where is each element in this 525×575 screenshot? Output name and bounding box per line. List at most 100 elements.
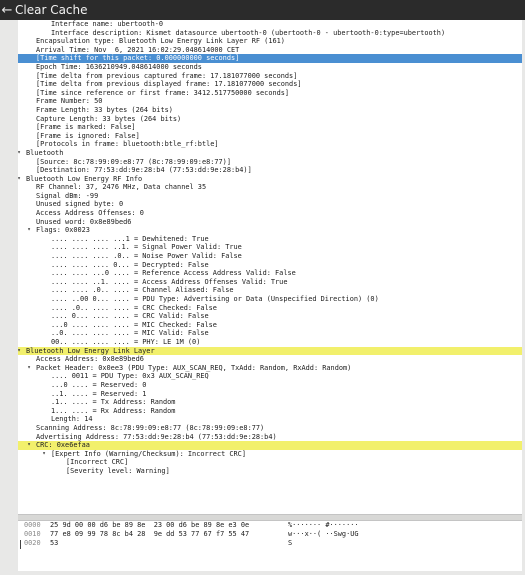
tree-row-text: .... .... .... 0... = Decrypted: False xyxy=(51,260,209,269)
tree-row[interactable]: [Time since reference or first frame: 34… xyxy=(18,89,522,98)
pane-splitter[interactable] xyxy=(18,514,522,521)
tree-row-text: .1.. .... = Tx Address: Random xyxy=(51,398,176,407)
tree-row-text: Scanning Address: 8c:78:99:09:e8:77 (8c:… xyxy=(36,423,265,432)
tree-row[interactable]: Encapsulation type: Bluetooth Low Energy… xyxy=(18,37,522,46)
packet-bytes-pane[interactable]: 0000 25 9d 00 00 d6 be 89 8e 23 00 d6 be … xyxy=(18,521,522,571)
tree-row-text: Flags: 0x0023 xyxy=(36,226,90,235)
tree-row[interactable]: .... 0... .... .... = CRC Valid: False xyxy=(18,312,522,321)
tree-row-text: Signal dBm: -99 xyxy=(36,191,99,200)
tree-row-text: [Incorrect CRC] xyxy=(66,458,129,467)
tree-row[interactable]: Access Address Offenses: 0 xyxy=(18,209,522,218)
tree-row[interactable]: [Time delta from previous displayed fram… xyxy=(18,80,522,89)
tree-row[interactable]: .... .... .... ..1. = Signal Power Valid… xyxy=(18,243,522,252)
tree-row-text: Encapsulation type: Bluetooth Low Energy… xyxy=(36,37,285,46)
tree-row[interactable]: 1... .... = Rx Address: Random xyxy=(18,407,522,416)
tree-row[interactable]: Interface name: ubertooth-0 xyxy=(18,20,522,29)
tree-row[interactable]: Epoch Time: 1636210949.048614000 seconds xyxy=(18,63,522,72)
tree-row[interactable]: [Destination: 77:53:dd:9e:28:b4 (77:53:d… xyxy=(18,166,522,175)
tree-row[interactable]: .... .... .0.. .... = Channel Aliased: F… xyxy=(18,286,522,295)
tree-row-text: Bluetooth xyxy=(26,148,64,157)
tree-row[interactable]: [Time delta from previous captured frame… xyxy=(18,72,522,81)
tree-row-text: Advertising Address: 77:53:dd:9e:28:b4 (… xyxy=(36,432,277,441)
tree-row[interactable]: ▾ Flags: 0x0023 xyxy=(18,226,522,235)
hex-row[interactable]: 0010 77 e8 09 99 78 8c b4 28 9e dd 53 77 … xyxy=(18,530,522,539)
expand-arrow-icon[interactable]: ▾ xyxy=(18,175,23,184)
tree-row[interactable]: .... .... .... ...1 = Dewhitened: True xyxy=(18,235,522,244)
tree-row[interactable]: .... .... ..1. .... = Access Address Off… xyxy=(18,278,522,287)
tree-row-text: Bluetooth Low Energy Link Layer xyxy=(26,346,155,355)
window-title: Clear Cache xyxy=(15,3,88,17)
tree-row[interactable]: ..1. .... = Reserved: 1 xyxy=(18,390,522,399)
hex-bytes: 25 9d 00 00 d6 be 89 8e 23 00 d6 be 89 8… xyxy=(50,521,250,529)
tree-row-text: RF Channel: 37, 2476 MHz, Data channel 3… xyxy=(36,183,207,192)
expand-arrow-icon[interactable]: ▾ xyxy=(25,441,33,450)
expand-arrow-icon[interactable]: ▾ xyxy=(18,149,23,158)
tree-row[interactable]: [Incorrect CRC] xyxy=(18,458,522,467)
tree-row[interactable]: ▾ Bluetooth xyxy=(18,149,522,158)
tree-row[interactable]: .... .... .... 0... = Decrypted: False xyxy=(18,261,522,270)
tree-row[interactable]: .1.. .... = Tx Address: Random xyxy=(18,398,522,407)
tree-row[interactable]: [Frame is marked: False] xyxy=(18,123,522,132)
tree-row[interactable]: ▾ Bluetooth Low Energy RF Info xyxy=(18,175,522,184)
tree-row-text: ..1. .... = Reserved: 1 xyxy=(51,389,147,398)
tree-row[interactable]: ...0 .... .... .... = MIC Checked: False xyxy=(18,321,522,330)
tree-row-text: Interface name: ubertooth-0 xyxy=(51,20,164,28)
tree-row[interactable]: 00.. .... .... .... = PHY: LE 1M (0) xyxy=(18,338,522,347)
tree-row[interactable]: Length: 14 xyxy=(18,415,522,424)
tree-row[interactable]: ▾ Packet Header: 0x0ee3 (PDU Type: AUX_SC… xyxy=(18,364,522,373)
expand-arrow-icon[interactable]: ▾ xyxy=(18,347,23,356)
tree-row[interactable]: ▾ Bluetooth Low Energy Link Layer xyxy=(18,346,522,356)
hex-offset: 0000 xyxy=(24,521,41,529)
tree-row[interactable]: Capture Length: 33 bytes (264 bits) xyxy=(18,115,522,124)
tree-row-text: 00.. .... .... .... = PHY: LE 1M (0) xyxy=(51,337,201,346)
tree-row[interactable]: Unused word: 0x8e89bed6 xyxy=(18,218,522,227)
expand-arrow-icon[interactable]: ▾ xyxy=(40,450,48,459)
tree-row-text: .... ..00 0... .... = PDU Type: Advertis… xyxy=(51,295,379,303)
tree-row-text: [Time since reference or first frame: 34… xyxy=(36,88,290,97)
tree-row-text: [Time delta from previous captured frame… xyxy=(36,71,298,80)
tree-row[interactable]: Frame Length: 33 bytes (264 bits) xyxy=(18,106,522,115)
tree-row-text: .... .0.. .... .... = CRC Checked: False xyxy=(51,303,217,312)
tree-row-text: .... 0... .... .... = CRC Valid: False xyxy=(51,312,209,321)
tree-row[interactable]: Frame Number: 50 xyxy=(18,97,522,106)
tree-row-text: Frame Number: 50 xyxy=(36,97,103,106)
tree-row[interactable]: ..0. .... .... .... = MIC Valid: False xyxy=(18,329,522,338)
tree-row[interactable]: Scanning Address: 8c:78:99:09:e8:77 (8c:… xyxy=(18,424,522,433)
back-arrow-icon[interactable]: ← xyxy=(0,3,14,18)
tree-row[interactable]: .... .0.. .... .... = CRC Checked: False xyxy=(18,304,522,313)
tree-row[interactable]: [Severity level: Warning] xyxy=(18,467,522,476)
tree-row-text: [Destination: 77:53:dd:9e:28:b4 (77:53:d… xyxy=(36,166,252,175)
tree-row-text: Arrival Time: Nov 6, 2021 16:02:29.04861… xyxy=(36,45,240,54)
tree-row[interactable]: [Time shift for this packet: 0.000000000… xyxy=(18,54,522,63)
text-cursor xyxy=(20,540,21,549)
tree-row[interactable]: Unused signed byte: 0 xyxy=(18,200,522,209)
tree-row[interactable]: Interface description: Kismet datasource… xyxy=(18,29,522,38)
tree-row[interactable]: Arrival Time: Nov 6, 2021 16:02:29.04861… xyxy=(18,46,522,55)
hex-row[interactable]: 0020 53 S xyxy=(18,539,522,548)
tree-row-text: [Frame is marked: False] xyxy=(36,123,136,132)
tree-row[interactable]: [Frame is ignored: False] xyxy=(18,132,522,141)
hex-bytes: 53 xyxy=(50,539,59,547)
tree-row[interactable]: Advertising Address: 77:53:dd:9e:28:b4 (… xyxy=(18,433,522,442)
tree-row[interactable]: ...0 .... = Reserved: 0 xyxy=(18,381,522,390)
tree-row[interactable]: Signal dBm: -99 xyxy=(18,192,522,201)
expand-arrow-icon[interactable]: ▾ xyxy=(25,226,33,235)
tree-row[interactable]: .... .... ...0 .... = Reference Access A… xyxy=(18,269,522,278)
tree-row[interactable]: .... 0011 = PDU Type: 0x3 AUX_SCAN_REQ xyxy=(18,372,522,381)
expand-arrow-icon[interactable]: ▾ xyxy=(25,364,33,373)
hex-row[interactable]: 0000 25 9d 00 00 d6 be 89 8e 23 00 d6 be … xyxy=(18,521,522,530)
tree-row[interactable]: ▾ CRC: 0xe6efaa xyxy=(18,441,522,450)
tree-row-text: Packet Header: 0x0ee3 (PDU Type: AUX_SCA… xyxy=(36,363,352,372)
tree-row[interactable]: .... ..00 0... .... = PDU Type: Advertis… xyxy=(18,295,522,304)
tree-row[interactable]: [Source: 8c:78:99:09:e8:77 (8c:78:99:09:… xyxy=(18,158,522,167)
tree-row-text: [Expert Info (Warning/Checksum): Incorre… xyxy=(51,449,246,458)
tree-row[interactable]: Access Address: 0x8e89bed6 xyxy=(18,355,522,364)
tree-row-text: .... .... .0.. .... = Channel Aliased: F… xyxy=(51,286,234,295)
tree-row[interactable]: [Protocols in frame: bluetooth:btle_rf:b… xyxy=(18,140,522,149)
tree-row[interactable]: ▾ [Expert Info (Warning/Checksum): Incorr… xyxy=(18,450,522,459)
tree-row[interactable]: .... .... .... .0.. = Noise Power Valid:… xyxy=(18,252,522,261)
packet-details-tree[interactable]: Interface name: ubertooth-0 Interface des… xyxy=(18,20,522,514)
tree-row-text: [Severity level: Warning] xyxy=(66,466,170,475)
tree-row[interactable]: RF Channel: 37, 2476 MHz, Data channel 3… xyxy=(18,183,522,192)
tree-row-text: Interface description: Kismet datasource… xyxy=(51,28,446,37)
